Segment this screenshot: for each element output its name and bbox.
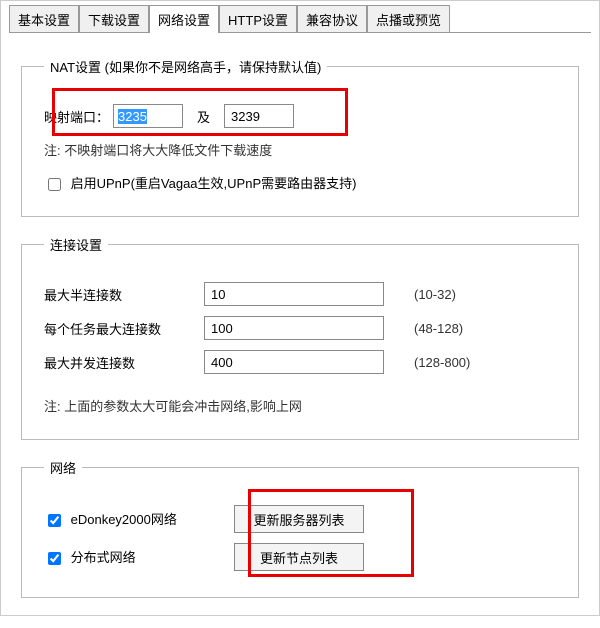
net-legend: 网络 (44, 458, 82, 477)
concurrent-label: 最大并发连接数 (44, 353, 204, 372)
port1-input[interactable]: 3235 (118, 109, 147, 124)
tab-download[interactable]: 下载设置 (79, 5, 149, 33)
pertask-range: (48-128) (414, 321, 463, 336)
pertask-label: 每个任务最大连接数 (44, 319, 204, 338)
port2-input[interactable] (224, 104, 294, 128)
port-label: 映射端口： (44, 107, 109, 126)
port-and: 及 (197, 107, 210, 126)
nat-legend: NAT设置 (如果你不是网络高手，请保持默认值) (44, 57, 327, 76)
conn-legend: 连接设置 (44, 235, 108, 254)
upnp-checkbox[interactable]: 启用UPnP(重启Vagaa生效,UPnP需要路由器支持) (44, 176, 356, 191)
fieldset-nat: NAT设置 (如果你不是网络高手，请保持默认值) 映射端口： 3235 及 注:… (21, 57, 579, 217)
kad-checkbox[interactable]: 分布式网络 (44, 550, 136, 565)
half-range: (10-32) (414, 287, 456, 302)
tab-network[interactable]: 网络设置 (149, 5, 219, 33)
conn-note: 注: 上面的参数太大可能会冲击网络,影响上网 (44, 396, 556, 415)
upnp-label: 启用UPnP(重启Vagaa生效,UPnP需要路由器支持) (71, 176, 357, 191)
half-label: 最大半连接数 (44, 285, 204, 304)
tab-http[interactable]: HTTP设置 (219, 5, 297, 33)
tab-preview[interactable]: 点播或预览 (367, 5, 450, 33)
update-nodes-button[interactable]: 更新节点列表 (234, 543, 364, 571)
half-input[interactable] (204, 282, 384, 306)
tab-compat[interactable]: 兼容协议 (297, 5, 367, 33)
concurrent-input[interactable] (204, 350, 384, 374)
update-servers-button[interactable]: 更新服务器列表 (234, 505, 364, 533)
fieldset-connection: 连接设置 最大半连接数 (10-32) 每个任务最大连接数 (48-128) 最… (21, 235, 579, 440)
edonkey-checkbox[interactable]: eDonkey2000网络 (44, 512, 177, 527)
kad-label: 分布式网络 (71, 550, 136, 565)
concurrent-range: (128-800) (414, 355, 470, 370)
tab-basic[interactable]: 基本设置 (9, 5, 79, 33)
pertask-input[interactable] (204, 316, 384, 340)
fieldset-network: 网络 eDonkey2000网络 更新服务器列表 分布式网络 更新 (21, 458, 579, 598)
nat-note: 注: 不映射端口将大大降低文件下载速度 (44, 140, 556, 159)
edonkey-label: eDonkey2000网络 (71, 512, 177, 527)
